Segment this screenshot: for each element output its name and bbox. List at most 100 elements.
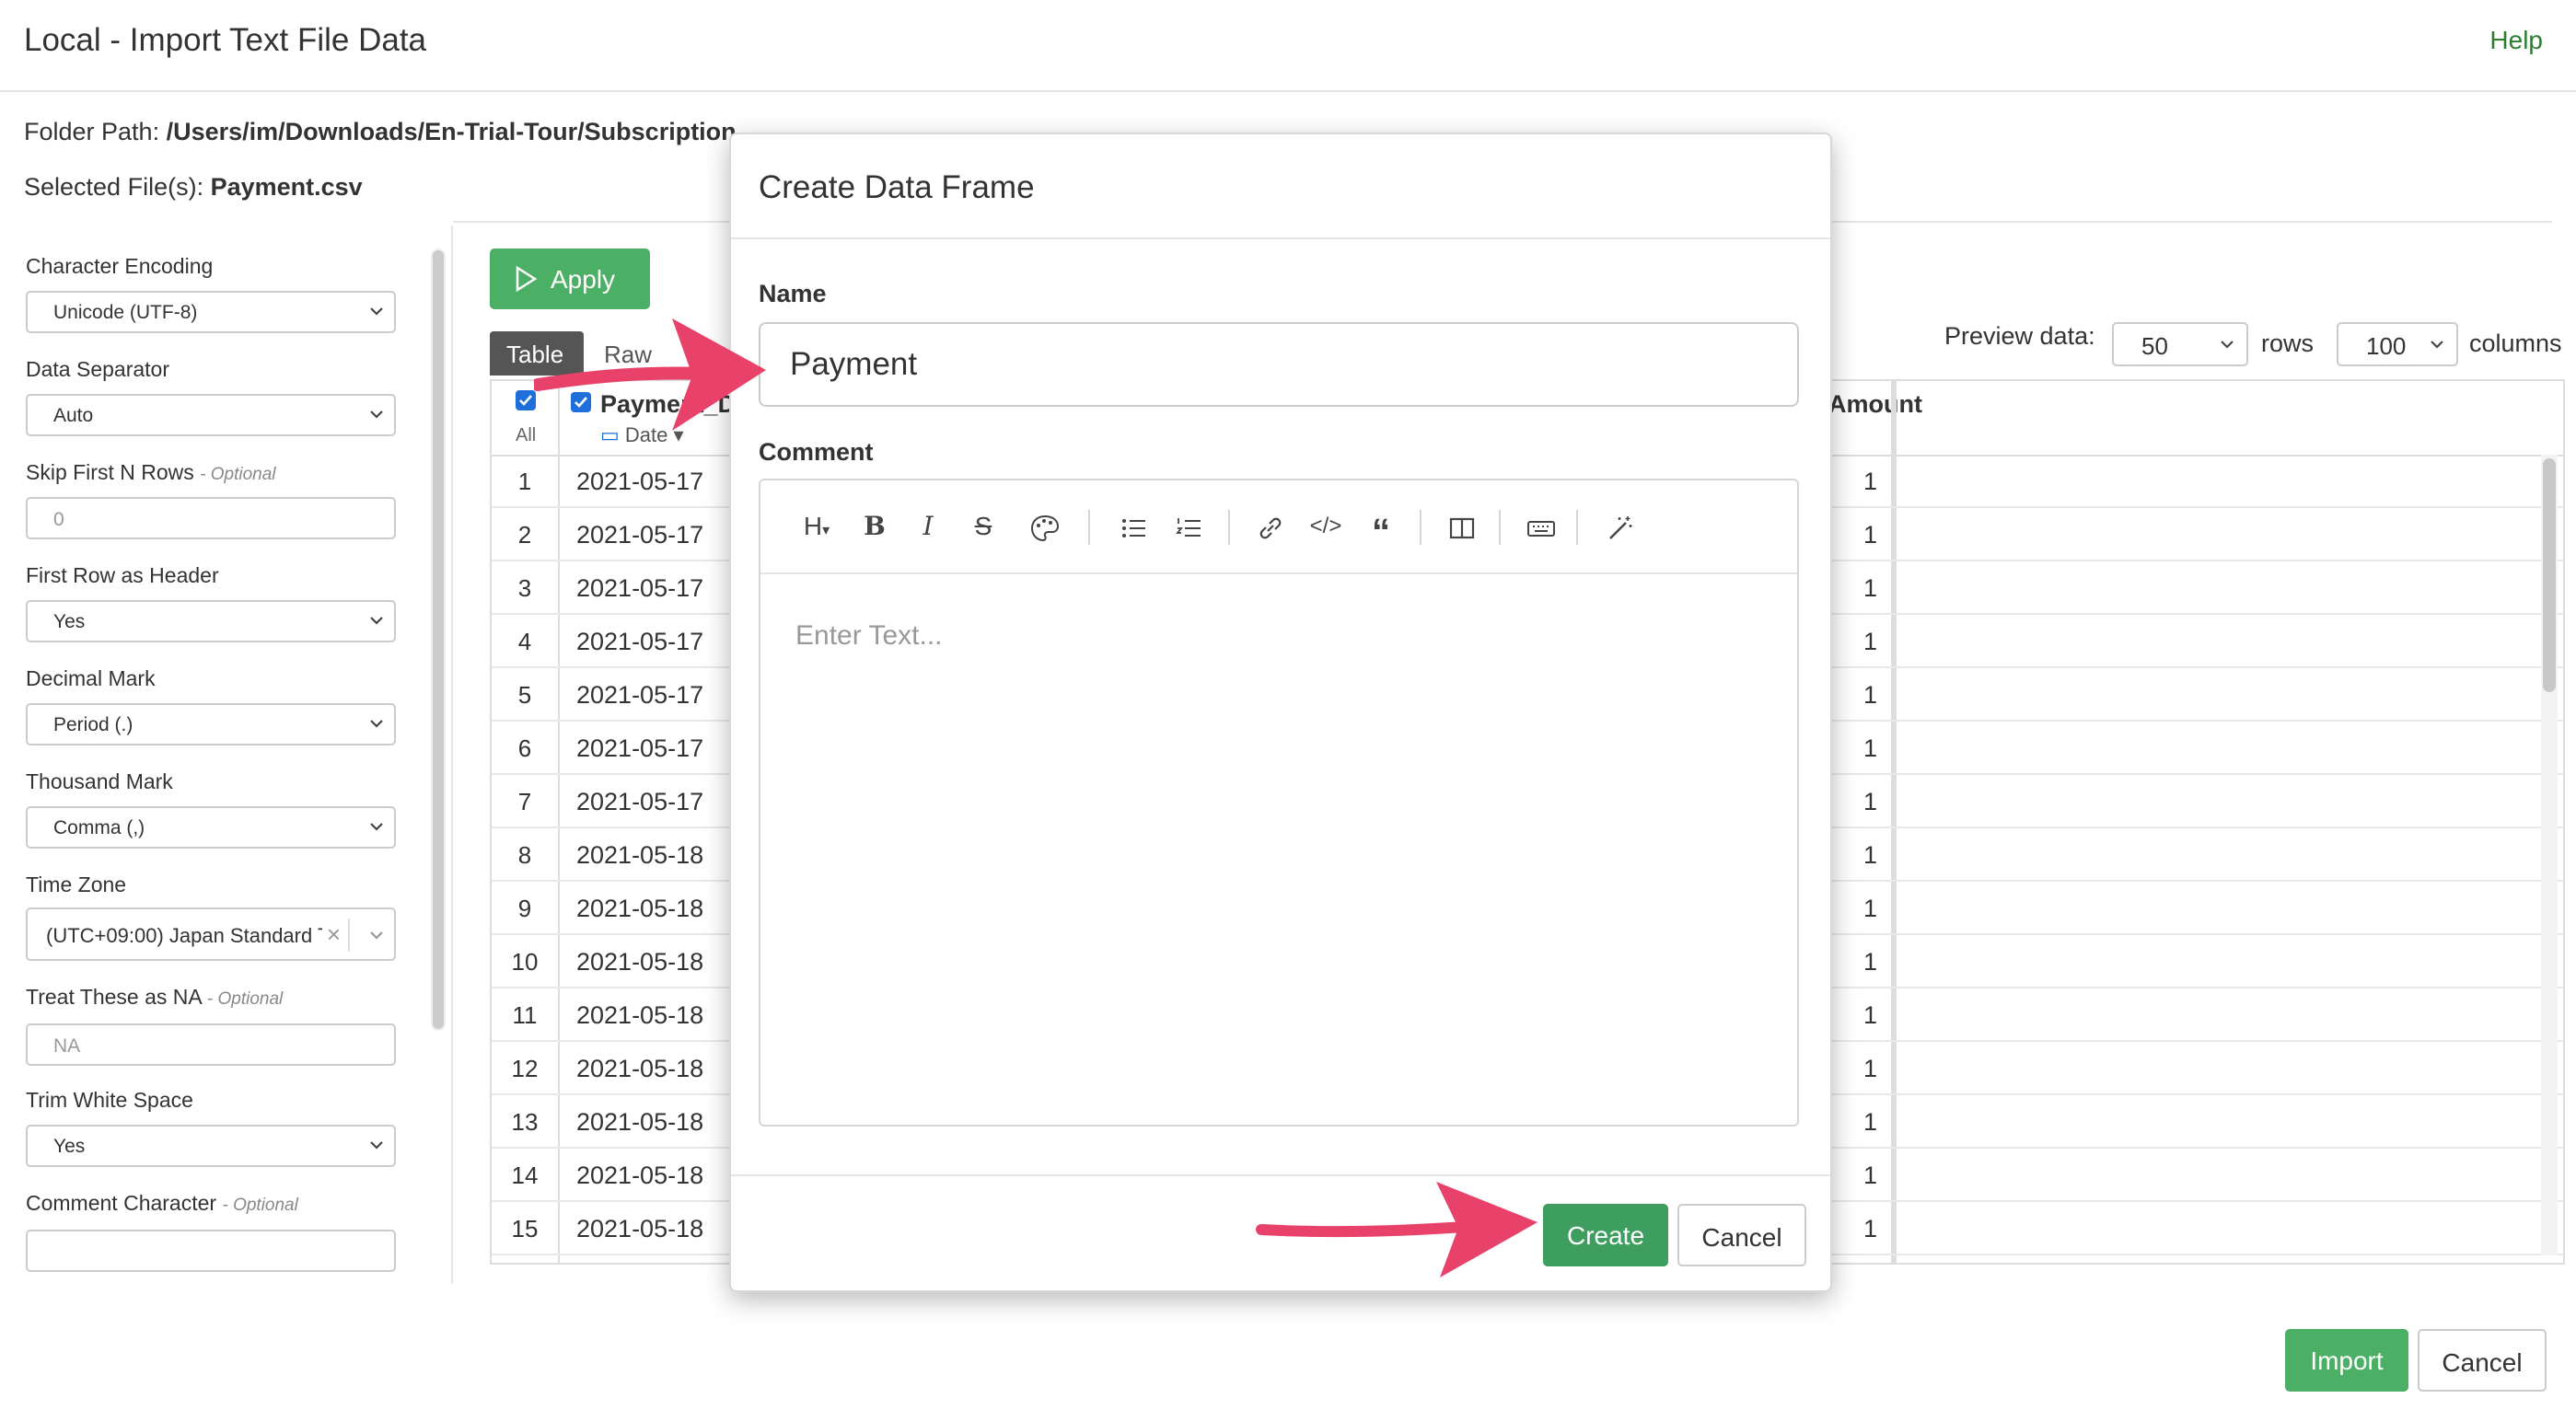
cell-amount: 1 [1863,628,1878,655]
row-number: 12 [511,1055,539,1082]
dialog-cancel-button[interactable]: Cancel [1677,1204,1806,1266]
preview-columns-select[interactable]: 100 [2337,322,2458,366]
row-number: 8 [517,841,532,869]
toolbar-separator [1228,510,1230,545]
cell-payment-date: 2021-05-18 [576,841,704,869]
clear-icon[interactable]: × [327,920,341,949]
dialog-title: Create Data Frame [759,169,1035,205]
comment-editor[interactable]: H▾ B I S </> “ Enter Text... [759,479,1799,1127]
cell-payment-date: 2021-05-17 [576,681,704,709]
grid-scrollbar-thumb[interactable] [2543,458,2556,692]
separator-select[interactable]: Auto [26,394,396,436]
cell-payment-date: 2021-05-17 [576,521,704,549]
import-button[interactable]: Import [2285,1329,2408,1392]
char-encoding-select[interactable]: Unicode (UTF-8) [26,291,396,333]
trim-label: Trim White Space [26,1088,193,1112]
keyboard-icon[interactable] [1523,508,1560,545]
code-icon[interactable]: </> [1307,508,1344,545]
preview-rows-select[interactable]: 50 [2112,322,2248,366]
row-number: 7 [517,788,532,815]
select-all-checkbox[interactable] [516,390,536,410]
import-label: Import [2310,1346,2384,1375]
cell-payment-date: 2021-05-18 [576,895,704,922]
decimal-mark-label: Decimal Mark [26,666,156,690]
preview-columns-value: 100 [2366,332,2407,360]
chevron-down-icon [370,931,383,940]
row-number: 13 [511,1108,539,1136]
name-input[interactable]: Payment [759,322,1799,407]
folder-path-value: /Users/im/Downloads/En-Trial-Tour/Subscr… [166,118,737,145]
decimal-mark-select[interactable]: Period (.) [26,703,396,745]
row-number: 9 [517,895,532,922]
palette-shape [1030,514,1060,541]
comment-char-label: Comment Character - Optional [26,1191,298,1216]
chevron-down-icon [370,307,383,316]
preview-columns-label: columns [2469,329,2562,357]
chevron-down-icon [370,410,383,419]
cancel-label: Cancel [2442,1348,2523,1377]
column-name[interactable]: Amount [1828,390,1922,419]
chevron-down-icon [370,1141,383,1150]
skip-rows-input[interactable]: 0 [26,497,396,539]
palette-icon[interactable] [1020,508,1070,545]
preview-label: Preview data: [1944,322,2095,350]
row-number: 3 [517,574,532,602]
row-number: 1 [517,468,532,495]
row-number: 14 [511,1162,539,1189]
apply-label: Apply [551,265,616,294]
row-number: 11 [512,1001,538,1029]
bullet-list-icon[interactable] [1116,508,1153,545]
first-row-header-label: First Row as Header [26,563,219,587]
first-row-header-select[interactable]: Yes [26,600,396,642]
cell-payment-date: 2021-05-17 [576,628,704,655]
strikethrough-icon[interactable]: S [965,508,1002,545]
toolbar-separator [1420,510,1421,545]
magic-wand-shape [1609,515,1632,539]
cell-payment-date: 2021-05-18 [576,1001,704,1029]
page-title: Local - Import Text File Data [24,22,427,58]
create-button[interactable]: Create [1543,1204,1668,1266]
skip-rows-label-text: Skip First N Rows [26,460,194,484]
thousand-mark-select[interactable]: Comma (,) [26,806,396,849]
decimal-mark-value: Period (.) [53,714,133,735]
cell-payment-date: 2021-05-17 [576,574,704,602]
cell-payment-date: 2021-05-17 [576,788,704,815]
selected-files: Selected File(s): Payment.csv [24,173,363,202]
selected-files-value: Payment.csv [210,173,363,201]
apply-button[interactable]: Apply [490,248,650,309]
cell-amount: 1 [1863,1162,1878,1189]
preview-rows-value: 50 [2141,332,2168,360]
toolbar-separator [1088,510,1090,545]
separator-value: Auto [53,405,94,426]
quote-icon[interactable]: “ [1363,508,1399,552]
help-link[interactable]: Help [2489,26,2543,55]
link-shape [1259,517,1282,538]
thousand-mark-label: Thousand Mark [26,769,173,793]
selected-files-label: Selected File(s): [24,173,204,201]
chevron-down-icon [2221,341,2234,349]
skip-rows-label: Skip First N Rows - Optional [26,460,276,485]
link-icon[interactable] [1252,508,1289,545]
italic-icon[interactable]: I [910,508,946,545]
cell-amount: 1 [1863,734,1878,762]
comment-placeholder: Enter Text... [795,620,943,651]
comment-char-input[interactable] [26,1230,396,1272]
thousand-mark-value: Comma (,) [53,817,145,838]
chevron-down-icon [370,720,383,728]
char-encoding-label: Character Encoding [26,254,214,278]
divider [731,237,1830,239]
trim-select[interactable]: Yes [26,1125,396,1167]
magic-wand-icon[interactable] [1602,508,1639,545]
na-input[interactable]: NA [26,1023,396,1066]
numbered-list-icon[interactable] [1171,508,1208,545]
cancel-button[interactable]: Cancel [2418,1329,2547,1392]
na-placeholder: NA [53,1035,81,1057]
preview-icon[interactable] [1444,508,1480,545]
heading-icon[interactable]: H▾ [794,508,840,545]
numbered-list-shape [1176,517,1201,537]
time-zone-select[interactable]: (UTC+09:00) Japan Standard Time × [26,907,396,961]
trim-value: Yes [53,1136,86,1157]
sidebar-scrollbar-thumb[interactable] [433,250,444,1029]
bold-icon[interactable]: B [856,508,893,545]
bullet-list-shape [1122,518,1145,537]
